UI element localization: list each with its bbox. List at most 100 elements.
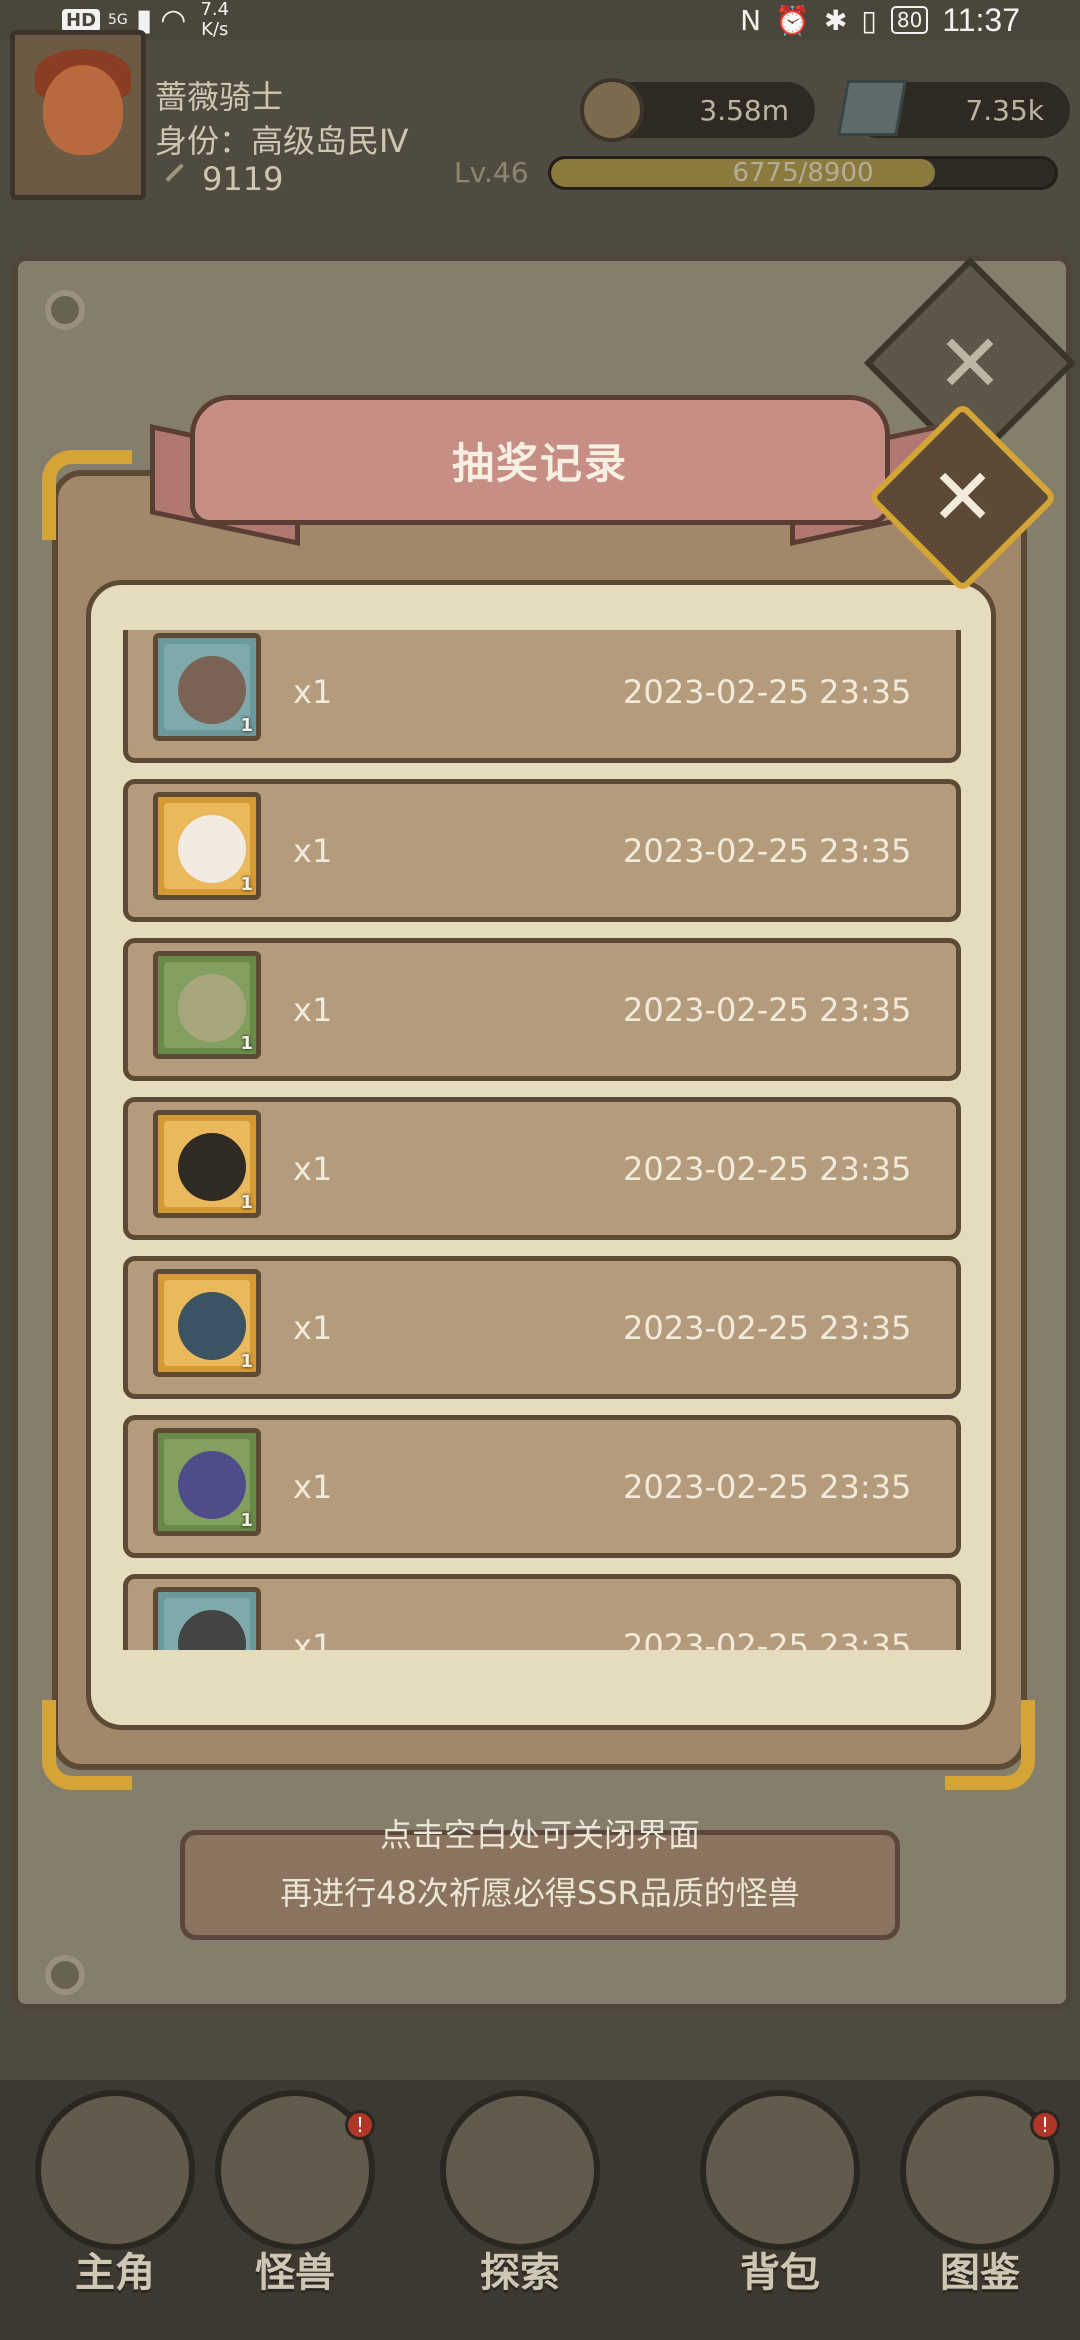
avatar[interactable] <box>10 30 146 200</box>
nav-item-backpack[interactable]: 背包 <box>690 2090 870 2330</box>
thumbnail-count: 1 <box>240 715 253 736</box>
network-speed-value: 7.4 <box>200 0 230 20</box>
network-speed: 7.4 K/s <box>200 0 229 40</box>
record-quantity: x1 <box>293 1309 333 1347</box>
network-speed-unit: K/s <box>201 19 229 40</box>
corner-ornament <box>42 450 132 540</box>
nav-item-book[interactable]: 图鉴! <box>890 2090 1070 2330</box>
monster-icon <box>178 974 246 1042</box>
record-row[interactable]: 1 x1 2023-02-25 23:35 <box>123 938 961 1081</box>
record-row[interactable]: 1 x1 2023-02-25 23:35 <box>123 779 961 922</box>
player-level: Lv.46 <box>454 156 529 189</box>
player-rank: 身份：高级岛民Ⅳ <box>155 122 409 160</box>
record-timestamp: 2023-02-25 23:35 <box>623 1150 912 1188</box>
gold-counter[interactable]: 3.58m <box>580 78 815 142</box>
nav-item-helmet[interactable]: 主角 <box>25 2090 205 2330</box>
gem-value: 7.35k <box>965 93 1044 127</box>
monster-portrait <box>164 1121 250 1207</box>
monster-icon <box>178 1292 246 1360</box>
record-quantity: x1 <box>293 1627 333 1650</box>
vibrate-icon: ▯ <box>861 3 877 37</box>
pin-icon <box>45 290 85 330</box>
helmet-icon <box>35 2090 195 2250</box>
status-bar: HD 5G ▮ ◠ 7.4 K/s N ⏰ ✱ ▯ 80 11:37 <box>0 0 1080 40</box>
nav-label: 主角 <box>75 2250 155 2296</box>
monster-icon <box>178 1610 246 1650</box>
record-quantity: x1 <box>293 673 333 711</box>
monster-thumbnail[interactable]: 1 <box>153 1587 261 1650</box>
close-hint: 点击空白处可关闭界面 <box>379 1816 700 1854</box>
thumbnail-count: 1 <box>240 874 253 895</box>
record-quantity: x1 <box>293 832 333 870</box>
monster-portrait <box>164 962 250 1048</box>
notification-badge: ! <box>345 2110 375 2140</box>
monster-thumbnail[interactable]: 1 <box>153 1269 261 1377</box>
gem-icon <box>837 80 907 136</box>
dialog-title: 抽奖记录 <box>451 438 628 488</box>
record-timestamp: 2023-02-25 23:35 <box>623 673 912 711</box>
thumbnail-count: 1 <box>240 1510 253 1531</box>
monster-icon <box>178 1133 246 1201</box>
avatar-face <box>43 65 123 155</box>
battery-icon: 80 <box>890 6 929 34</box>
thumbnail-count: 1 <box>240 1192 253 1213</box>
close-icon: ✕ <box>929 452 996 543</box>
monster-icon <box>178 656 246 724</box>
power-value: 9119 <box>202 160 284 198</box>
player-name: 蔷薇骑士 <box>155 78 284 116</box>
exp-text: 6775/8900 <box>732 158 874 188</box>
nav-label: 探索 <box>480 2250 560 2296</box>
thumbnail-count: 1 <box>240 1351 253 1372</box>
monster-thumbnail[interactable]: 1 <box>153 951 261 1059</box>
monster-icon <box>178 1451 246 1519</box>
alarm-icon: ⏰ <box>775 3 810 37</box>
notification-badge: ! <box>1030 2110 1060 2140</box>
monster-portrait <box>164 1280 250 1366</box>
sword-icon <box>165 163 197 195</box>
monster-thumbnail[interactable]: 1 <box>153 1428 261 1536</box>
wifi-icon: ◠ <box>160 2 187 38</box>
record-timestamp: 2023-02-25 23:35 <box>623 1468 912 1506</box>
pin-icon <box>45 1955 85 1995</box>
nav-item-map[interactable]: 探索 <box>430 2090 610 2330</box>
record-quantity: x1 <box>293 991 333 1029</box>
hd-indicator: HD <box>62 8 101 32</box>
record-row[interactable]: 1 x1 2023-02-25 23:35 <box>123 1256 961 1399</box>
gold-value: 3.58m <box>699 93 789 127</box>
status-bar-right: N ⏰ ✱ ▯ 80 11:37 <box>740 0 1020 40</box>
gem-counter[interactable]: 7.35k <box>837 80 1070 138</box>
record-timestamp: 2023-02-25 23:35 <box>623 1309 912 1347</box>
guarantee-hint: 再进行48次祈愿必得SSR品质的怪兽 <box>280 1874 800 1912</box>
record-row[interactable]: 1 x1 2023-02-25 23:35 <box>123 630 961 763</box>
record-timestamp: 2023-02-25 23:35 <box>623 1627 912 1650</box>
monster-thumbnail[interactable]: 1 <box>153 1110 261 1218</box>
bluetooth-icon: ✱ <box>823 3 848 37</box>
record-quantity: x1 <box>293 1468 333 1506</box>
monster-thumbnail[interactable]: 1 <box>153 633 261 741</box>
monster-thumbnail[interactable]: 1 <box>153 792 261 900</box>
thumbnail-count: 1 <box>240 1033 253 1054</box>
map-icon <box>440 2090 600 2250</box>
signal-indicator: 5G <box>108 12 128 28</box>
nav-item-monster[interactable]: 怪兽! <box>205 2090 385 2330</box>
record-row[interactable]: 1 x1 2023-02-25 23:35 <box>123 1574 961 1650</box>
monster-icon <box>178 815 246 883</box>
record-timestamp: 2023-02-25 23:35 <box>623 991 912 1029</box>
monster-portrait <box>164 1598 250 1650</box>
record-row[interactable]: 1 x1 2023-02-25 23:35 <box>123 1097 961 1240</box>
monster-portrait <box>164 803 250 889</box>
clock: 11:37 <box>942 1 1020 38</box>
record-quantity: x1 <box>293 1150 333 1188</box>
record-timestamp: 2023-02-25 23:35 <box>623 832 912 870</box>
monster-portrait <box>164 1439 250 1525</box>
record-list[interactable]: 1 x1 2023-02-25 23:35 1 x1 2023-02-25 23:35 1 x… <box>123 630 961 1650</box>
nfc-icon: N <box>740 3 762 37</box>
monster-portrait <box>164 644 250 730</box>
title-ribbon: 抽奖记录 <box>190 395 890 525</box>
nav-label: 怪兽 <box>255 2250 335 2296</box>
player-power: 9119 <box>165 160 284 198</box>
record-row[interactable]: 1 x1 2023-02-25 23:35 <box>123 1415 961 1558</box>
nav-label: 图鉴 <box>940 2250 1020 2296</box>
exp-bar: 6775/8900 <box>548 156 1058 190</box>
nav-label: 背包 <box>740 2250 820 2296</box>
